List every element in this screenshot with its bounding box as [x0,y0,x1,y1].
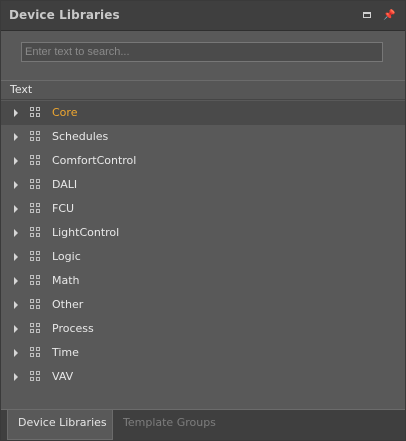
tree-row[interactable]: ComfortControl [1,149,405,173]
library-icon [30,347,42,359]
expand-arrow-icon[interactable] [14,229,18,237]
library-icon [30,155,42,167]
column-header-label: Text [10,83,33,96]
tree-row-label: Time [52,346,79,359]
tree-row[interactable]: Core [1,101,405,125]
library-tree: Core Schedules ComfortControl DALI FCU L… [1,101,405,389]
column-header[interactable]: Text [1,80,405,100]
tree-row-label: Schedules [52,130,109,143]
tree-row-label: LightControl [52,226,120,239]
library-icon [30,107,42,119]
expand-arrow-icon[interactable] [14,109,18,117]
tree-row-label: DALI [52,178,78,191]
library-icon [30,227,42,239]
library-icon [30,203,42,215]
search-area [1,31,405,79]
search-input[interactable] [21,42,383,62]
tree-row-label: Other [52,298,84,311]
tree-row[interactable]: Other [1,293,405,317]
expand-arrow-icon[interactable] [14,157,18,165]
tree-row-label: Logic [52,250,81,263]
tree-row[interactable]: Process [1,317,405,341]
tree-row[interactable]: Logic [1,245,405,269]
library-icon [30,179,42,191]
library-icon [30,323,42,335]
maximize-icon[interactable] [362,10,374,22]
expand-arrow-icon[interactable] [14,349,18,357]
tree-row[interactable]: Time [1,341,405,365]
device-libraries-panel: Device Libraries 📌 Text Core Schedules [0,0,406,441]
library-icon [30,371,42,383]
tree-row[interactable]: VAV [1,365,405,389]
library-icon [30,251,42,263]
tree-row[interactable]: DALI [1,173,405,197]
tree-row-label: FCU [52,202,75,215]
tab-device-libraries[interactable]: Device Libraries [7,410,113,440]
expand-arrow-icon[interactable] [14,277,18,285]
bottom-tab-bar: Device Libraries Template Groups [1,409,405,440]
expand-arrow-icon[interactable] [14,253,18,261]
expand-arrow-icon[interactable] [14,133,18,141]
expand-arrow-icon[interactable] [14,301,18,309]
tree-row-label: ComfortControl [52,154,137,167]
tree-row-label: Process [52,322,94,335]
panel-titlebar: Device Libraries 📌 [1,1,405,31]
panel-title: Device Libraries [9,8,120,22]
tree-row-label: Core [52,106,78,119]
expand-arrow-icon[interactable] [14,205,18,213]
library-icon [30,131,42,143]
expand-arrow-icon[interactable] [14,181,18,189]
library-icon [30,275,42,287]
tree-row-label: VAV [52,370,74,383]
tree-row[interactable]: Schedules [1,125,405,149]
tree-row[interactable]: Math [1,269,405,293]
pin-icon[interactable]: 📌 [383,10,395,22]
tree-row[interactable]: LightControl [1,221,405,245]
tree-row-label: Math [52,274,80,287]
tree-row[interactable]: FCU [1,197,405,221]
expand-arrow-icon[interactable] [14,325,18,333]
tab-template-groups[interactable]: Template Groups [113,410,226,440]
library-icon [30,299,42,311]
expand-arrow-icon[interactable] [14,373,18,381]
